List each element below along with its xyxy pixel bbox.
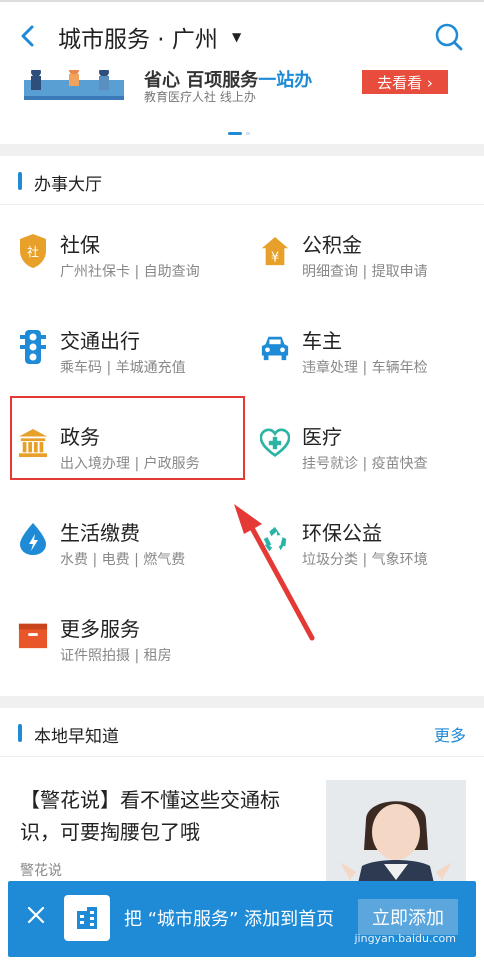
service-name: 医疗 <box>302 425 342 449</box>
divider <box>0 756 484 757</box>
service-subtitle: 证件照拍摄 | 租房 <box>60 648 172 664</box>
page-title: 城市服务 · 广州 <box>58 27 218 53</box>
add-to-home-text: 把 “城市服务” 添加到首页 <box>124 909 335 930</box>
add-now-button[interactable]: 立即添加 <box>358 899 458 935</box>
news-thumbnail[interactable] <box>326 780 466 892</box>
service-subtitle: 违章处理 | 车辆年检 <box>302 360 428 376</box>
service-name: 生活缴费 <box>60 521 140 545</box>
svg-text:社: 社 <box>27 244 39 259</box>
section-header: 本地早知道 更多 <box>0 708 484 756</box>
close-icon[interactable] <box>26 905 46 925</box>
add-to-home-bar: 把 “城市服务” 添加到首页 立即添加 <box>8 881 476 957</box>
section-title: 办事大厅 <box>34 175 102 195</box>
banner-title-highlight: 一站办 <box>258 70 313 91</box>
traffic-light-icon <box>18 329 48 365</box>
service-hall-illustration <box>24 70 124 100</box>
svg-text:¥: ¥ <box>271 250 279 265</box>
box-icon <box>18 617 48 653</box>
carousel-indicator <box>246 132 250 135</box>
service-social-security[interactable]: 社 社保 广州社保卡 | 自助查询 <box>0 205 242 301</box>
news-source: 警花说 <box>20 863 62 879</box>
yuan-house-icon: ¥ <box>260 233 290 269</box>
service-medical[interactable]: 医疗 挂号就诊 | 疫苗快查 <box>242 397 484 493</box>
service-name: 更多服务 <box>60 617 140 641</box>
service-name: 车主 <box>302 329 342 353</box>
car-icon <box>260 329 290 365</box>
shield-icon: 社 <box>18 233 48 269</box>
section-title: 本地早知道 <box>34 727 119 747</box>
service-housing-fund[interactable]: ¥ 公积金 明细查询 | 提取申请 <box>242 205 484 301</box>
service-utility-payment[interactable]: 生活缴费 水费 | 电费 | 燃气费 <box>0 493 242 589</box>
portrait-image <box>326 780 466 892</box>
top-navigation-bar: 城市服务 · 广州 ▼ <box>0 0 484 70</box>
service-car-owner[interactable]: 车主 违章处理 | 车辆年检 <box>242 301 484 397</box>
promo-banner[interactable]: 省心 百项服务一站办 教育医疗人社 线上办 去看看 › <box>0 70 484 144</box>
more-link[interactable]: 更多 <box>434 722 466 746</box>
section-header: 办事大厅 <box>0 156 484 204</box>
service-subtitle: 乘车码 | 羊城通充值 <box>60 360 186 376</box>
go-see-button[interactable]: 去看看 › <box>362 70 448 94</box>
news-headline[interactable]: 【警花说】看不懂这些交通标识，可要掏腰包了哦 <box>20 784 300 848</box>
service-name: 社保 <box>60 233 100 257</box>
city-service-app-icon <box>64 895 110 941</box>
annotation-highlight-box <box>10 396 245 480</box>
service-subtitle: 明细查询 | 提取申请 <box>302 264 428 280</box>
search-icon[interactable] <box>434 22 464 52</box>
water-drop-icon <box>18 521 48 557</box>
service-transport[interactable]: 交通出行 乘车码 | 羊城通充值 <box>0 301 242 397</box>
medical-heart-icon <box>260 425 290 461</box>
carousel-indicator-active <box>228 132 242 135</box>
section-accent-bar <box>18 724 22 742</box>
watermark: jingyan.baidu.com <box>354 932 456 945</box>
service-name: 公积金 <box>302 233 362 257</box>
service-subtitle: 挂号就诊 | 疫苗快查 <box>302 456 428 472</box>
back-icon[interactable] <box>14 22 42 50</box>
service-subtitle: 水费 | 电费 | 燃气费 <box>60 552 186 568</box>
section-accent-bar <box>18 172 22 190</box>
service-subtitle: 广州社保卡 | 自助查询 <box>60 264 200 280</box>
banner-subtitle: 教育医疗人社 线上办 <box>144 90 256 104</box>
city-selector[interactable]: 城市服务 · 广州 ▼ <box>58 20 241 54</box>
service-name: 交通出行 <box>60 329 140 353</box>
annotation-arrow <box>234 504 315 641</box>
chevron-down-icon: ▼ <box>231 30 242 44</box>
service-more[interactable]: 更多服务 证件照拍摄 | 租房 <box>0 589 242 685</box>
